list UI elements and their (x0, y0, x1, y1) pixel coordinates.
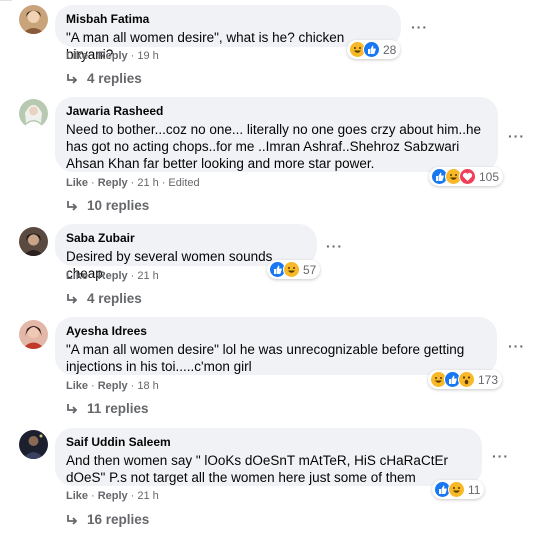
separator: · (91, 50, 95, 62)
divider (0, 0, 12, 2)
reaction-count: 28 (383, 42, 397, 57)
more-options-icon[interactable]: ··· (326, 239, 343, 253)
separator: · (130, 177, 135, 189)
separator: · (91, 177, 95, 189)
comment-bubble: Saif Uddin Saleem And then women say " l… (55, 428, 482, 486)
reply-arrow-icon (67, 200, 78, 211)
like-reaction-icon (363, 41, 380, 58)
timestamp[interactable]: 19 h (137, 50, 158, 62)
more-options-icon[interactable]: ··· (508, 339, 525, 353)
view-replies-button[interactable]: 10 replies (66, 198, 149, 213)
separator: · (130, 270, 135, 282)
reaction-summary[interactable]: 28 (347, 40, 401, 59)
reply-button[interactable]: Reply (98, 50, 128, 62)
replies-count-label[interactable]: 11 replies (87, 401, 149, 416)
reply-arrow-icon (67, 514, 78, 525)
reply-button[interactable]: Reply (98, 380, 128, 392)
more-options-icon[interactable]: ··· (492, 449, 509, 463)
reaction-count: 11 (468, 482, 481, 497)
replies-count-label[interactable]: 10 replies (87, 198, 149, 213)
comment-actions: Like · Reply · 19 h (66, 50, 159, 63)
replies-count-label[interactable]: 4 replies (87, 71, 142, 86)
comment-actions: Like · Reply · 21 h (66, 270, 159, 283)
separator: · (161, 177, 166, 189)
like-button[interactable]: Like (66, 270, 88, 282)
replies-count-label[interactable]: 16 replies (87, 512, 149, 527)
comment-author[interactable]: Saba Zubair (66, 231, 305, 246)
comment-actions: Like · Reply · 21 h · Edited (66, 177, 200, 190)
comment-author[interactable]: Misbah Fatima (66, 12, 389, 27)
haha-reaction-icon (283, 261, 300, 278)
reply-arrow-icon (67, 403, 78, 414)
comment-bubble: Misbah Fatima "A man all women desire", … (55, 5, 401, 62)
more-options-icon[interactable]: ··· (411, 20, 428, 34)
like-button[interactable]: Like (66, 380, 88, 392)
avatar[interactable] (19, 320, 48, 349)
comment-actions: Like · Reply · 21 h (66, 490, 159, 503)
edited-label: Edited (168, 177, 200, 189)
reply-button[interactable]: Reply (98, 177, 128, 189)
reaction-summary[interactable]: 105 (429, 167, 504, 186)
like-button[interactable]: Like (66, 177, 88, 189)
view-replies-button[interactable]: 11 replies (66, 401, 149, 416)
love-reaction-icon (459, 168, 476, 185)
reply-arrow-icon (67, 293, 78, 304)
view-replies-button[interactable]: 4 replies (66, 291, 142, 306)
haha-reaction-icon (448, 481, 465, 498)
reaction-count: 57 (303, 262, 317, 277)
view-replies-button[interactable]: 16 replies (66, 512, 149, 527)
timestamp[interactable]: 21 h (137, 270, 158, 282)
comment-text: And then women say " lOoKs dOeSnT mAtTeR… (66, 453, 448, 485)
avatar[interactable] (19, 430, 48, 459)
timestamp[interactable]: 18 h (137, 380, 158, 392)
separator: · (130, 490, 135, 502)
reaction-count: 105 (479, 169, 500, 184)
comment-bubble: Jawaria Rasheed Need to bother...coz no … (55, 97, 498, 172)
reply-button[interactable]: Reply (98, 490, 128, 502)
separator: · (91, 490, 95, 502)
comment-actions: Like · Reply · 18 h (66, 380, 159, 393)
replies-count-label[interactable]: 4 replies (87, 291, 142, 306)
separator: · (91, 270, 95, 282)
comment-text: Need to bother...coz no one... literally… (66, 122, 481, 171)
comment-author[interactable]: Ayesha Idrees (66, 324, 485, 339)
timestamp[interactable]: 21 h (137, 177, 158, 189)
separator: · (130, 50, 135, 62)
more-options-icon[interactable]: ··· (508, 129, 525, 143)
reply-arrow-icon (67, 73, 78, 84)
reaction-summary[interactable]: 173 (428, 370, 503, 389)
avatar[interactable] (19, 227, 48, 256)
view-replies-button[interactable]: 4 replies (66, 71, 142, 86)
wow-reaction-icon (458, 371, 475, 388)
reaction-summary[interactable]: 57 (267, 260, 321, 279)
comment-text: "A man all women desire" lol he was unre… (66, 342, 465, 374)
reply-button[interactable]: Reply (98, 270, 128, 282)
avatar[interactable] (19, 99, 48, 128)
reaction-summary[interactable]: 11 (432, 480, 485, 499)
separator: · (91, 380, 95, 392)
like-button[interactable]: Like (66, 50, 88, 62)
comment-author[interactable]: Jawaria Rasheed (66, 104, 486, 119)
separator: · (130, 380, 135, 392)
comment-author[interactable]: Saif Uddin Saleem (66, 435, 470, 450)
like-button[interactable]: Like (66, 490, 88, 502)
reaction-count: 173 (478, 372, 499, 387)
comment-bubble: Ayesha Idrees "A man all women desire" l… (55, 317, 497, 375)
timestamp[interactable]: 21 h (137, 490, 158, 502)
avatar[interactable] (19, 5, 48, 34)
